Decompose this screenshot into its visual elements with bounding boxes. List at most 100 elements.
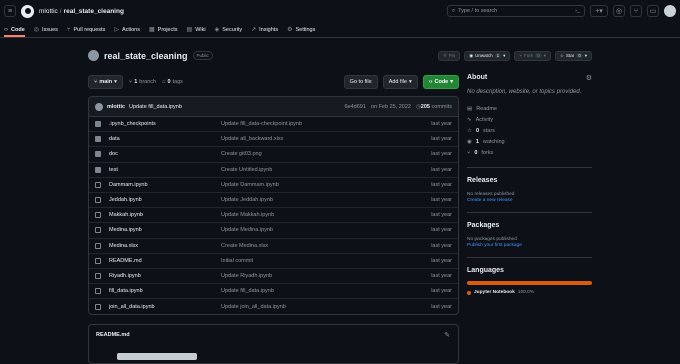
file-commit-message[interactable]: Update Jeddah.ipynb [221, 197, 431, 203]
breadcrumb: mlottic / real_state_cleaning [39, 8, 124, 15]
file-name[interactable]: fill_data.ipynb [109, 288, 221, 294]
code-button[interactable]: ‹› Code ▾ [422, 74, 459, 89]
releases-heading[interactable]: Releases [467, 177, 592, 184]
file-commit-message[interactable]: Update Riyadh.ipynb [221, 273, 431, 279]
tab-label: Wiki [195, 26, 206, 33]
file-row[interactable]: .ipynb_checkpoints Update fill_data-check… [89, 117, 458, 133]
breadcrumb-repo[interactable]: real_state_cleaning [64, 8, 124, 15]
tab-wiki[interactable]: ▤ Wiki [187, 26, 206, 37]
file-row[interactable]: README.md Initial commit last year [89, 254, 458, 269]
file-name[interactable]: .ipynb_checkpoints [109, 121, 221, 127]
breadcrumb-owner[interactable]: mlottic [39, 8, 58, 15]
activity-link[interactable]: ∿ Activity [467, 114, 592, 125]
file-commit-message[interactable]: Update Makkah.ipynb [221, 212, 431, 218]
file-name[interactable]: doc [109, 151, 221, 157]
file-commit-message[interactable]: Update join_all_data.ipynb [221, 304, 431, 310]
file-name[interactable]: Dammam.ipynb [109, 182, 221, 188]
file-commit-message[interactable]: Update Medina.ipynb [221, 227, 431, 233]
gear-icon[interactable]: ⚙ [586, 74, 592, 82]
file-name[interactable]: join_all_data.ipynb [109, 304, 221, 310]
file-row[interactable]: Riyadh.ipynb Update Riyadh.ipynb last year [89, 269, 458, 285]
publish-package-link[interactable]: Publish your first package [467, 243, 592, 248]
file-commit-message[interactable]: Update fill_data.ipynb [221, 288, 431, 294]
file-commit-message[interactable]: Create Medina.xlsx [221, 243, 431, 249]
tab-label: Actions [121, 26, 140, 33]
language-item[interactable]: Jupyter Notebook 100.0% [467, 290, 592, 295]
inbox-icon[interactable]: ▭ [647, 5, 659, 17]
branch-select[interactable]: ⑂ main ▾ [88, 74, 123, 89]
file-row[interactable]: test Create Untitled.ipynb last year [89, 163, 458, 178]
tab-projects[interactable]: ▦ Projects [149, 26, 178, 37]
watching-link[interactable]: ◉ 1 watching [467, 136, 592, 147]
file-date: last year [431, 181, 452, 188]
file-row[interactable]: data Update all_backward.xlsx last year [89, 132, 458, 148]
pin-label: Pin [448, 53, 456, 58]
tab-actions[interactable]: ▷ Actions [114, 26, 140, 37]
forks-link[interactable]: ⑂ 0 forks [467, 147, 592, 158]
file-name[interactable]: data [109, 136, 221, 142]
tab-settings[interactable]: ⚙ Settings [287, 26, 315, 37]
commit-author[interactable]: mlottic [107, 104, 125, 110]
file-row[interactable]: Medina.ipynb Update Medina.ipynb last year [89, 223, 458, 239]
file-name[interactable]: README.md [109, 258, 221, 264]
create-new-icon[interactable]: +▾ [590, 5, 608, 17]
commit-hash[interactable]: 6e4d691 [345, 104, 366, 110]
fork-button[interactable]: ⑂ Fork 0 ▾ [514, 50, 551, 61]
file-row[interactable]: join_all_data.ipynb Update join_all_data.… [89, 299, 458, 314]
file-name[interactable]: Medina.ipynb [109, 227, 221, 233]
file-icon [95, 181, 101, 188]
file-row[interactable]: Jeddah.ipynb Update Jeddah.ipynb last year [89, 193, 458, 209]
file-row[interactable]: Medina.xlsx Create Medina.xlsx last year [89, 239, 458, 254]
file-icon [95, 227, 101, 234]
github-logo-icon[interactable] [21, 4, 34, 18]
command-palette-icon[interactable]: ›_ [575, 8, 580, 14]
file-name[interactable]: Makkah.ipynb [109, 212, 221, 218]
folder-icon [95, 121, 101, 128]
file-name[interactable]: Medina.xlsx [109, 243, 221, 249]
commit-message[interactable]: Update fill_data.ipynb [129, 104, 182, 110]
tab-security[interactable]: ◈ Security [215, 26, 243, 37]
file-commit-message[interactable]: Initial commit [221, 258, 431, 264]
pin-button[interactable]: ⚲ Pin [438, 50, 461, 61]
file-commit-message[interactable]: Create git03.png [221, 151, 431, 157]
add-file-button[interactable]: Add file ▾ [382, 74, 418, 89]
repo-name[interactable]: real_state_cleaning [104, 51, 188, 61]
tags-link[interactable]: ⌂ 0 tags [162, 79, 183, 85]
file-commit-message[interactable]: Create Untitled.ipynb [221, 167, 431, 173]
readme-link[interactable]: ▤ Readme [467, 103, 592, 114]
watching-count: 1 [475, 138, 479, 145]
tab-insights[interactable]: ↗ Insights [251, 26, 278, 37]
create-release-link[interactable]: Create a new release [467, 198, 592, 203]
tab-code[interactable]: ‹› Code [4, 27, 25, 37]
file-row[interactable]: Dammam.ipynb Update Dammam.ipynb last year [89, 178, 458, 193]
file-name[interactable]: Riyadh.ipynb [109, 273, 221, 279]
branches-link[interactable]: ⑂ 1 branch [129, 79, 156, 85]
tab-issues[interactable]: ◎ Issues [34, 26, 58, 37]
file-row[interactable]: Makkah.ipynb Update Makkah.ipynb last year [89, 208, 458, 224]
file-date: last year [431, 151, 452, 158]
tab-label: Issues [42, 26, 58, 33]
tab-pull-requests[interactable]: ⑂ Pull requests [67, 27, 105, 37]
file-commit-message[interactable]: Update fill_data-checkpoint.ipynb [221, 121, 431, 127]
file-row[interactable]: fill_data.ipynb Update fill_data.ipynb las… [89, 284, 458, 300]
issues-icon[interactable]: ◎ [613, 5, 625, 17]
stars-link[interactable]: ☆ 0 stars [467, 125, 592, 136]
menu-icon[interactable]: ≡ [4, 5, 16, 17]
file-row[interactable]: doc Create git03.png last year [89, 147, 458, 163]
commits-link[interactable]: ◷205 commits [416, 104, 452, 110]
go-to-file-button[interactable]: Go to file [343, 74, 378, 89]
unwatch-button[interactable]: ◉ Unwatch 1 ▾ [464, 50, 511, 61]
star-button[interactable]: ☆ Star 0 ▾ [554, 50, 592, 61]
file-date: last year [431, 227, 452, 234]
pull-requests-icon[interactable]: ⑂ [630, 5, 642, 17]
file-name[interactable]: test [109, 167, 221, 173]
packages-heading[interactable]: Packages [467, 222, 592, 229]
watch-count: 1 [494, 53, 502, 58]
search-input[interactable]: ⌕ Type / to search ›_ [447, 5, 585, 17]
file-name[interactable]: Jeddah.ipynb [109, 197, 221, 203]
pencil-icon[interactable]: ✎ [444, 331, 450, 339]
avatar[interactable] [664, 5, 676, 17]
file-commit-message[interactable]: Update all_backward.xlsx [221, 136, 431, 142]
file-commit-message[interactable]: Update Dammam.ipynb [221, 182, 431, 188]
readme-title[interactable]: README.md [89, 325, 458, 345]
